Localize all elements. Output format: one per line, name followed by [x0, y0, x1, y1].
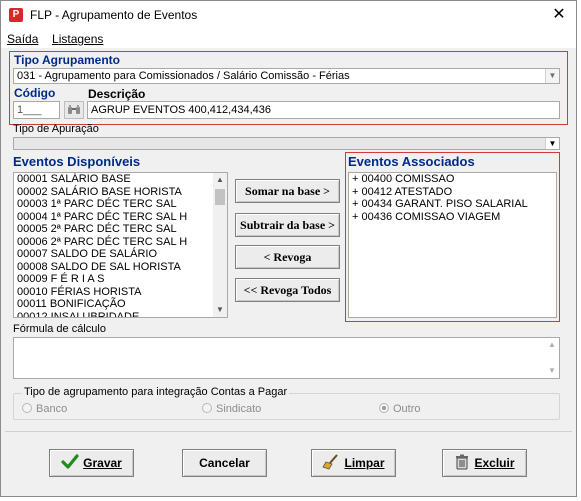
list-item[interactable]: + 00436 COMISSAO VIAGEM — [349, 211, 556, 224]
form-content: Tipo Agrupamento 031 - Agrupamento para … — [1, 48, 576, 496]
radio-banco[interactable]: Banco — [22, 403, 67, 415]
eventos-associados-label: Eventos Associados — [348, 154, 475, 169]
eventos-disponiveis-rows: 00001 SALÁRIO BASE 00002 SALÁRIO BASE HOR… — [14, 173, 227, 318]
radio-outro-circle[interactable] — [379, 403, 389, 413]
tipo-agrupamento-value: 031 - Agrupamento para Comissionados / S… — [17, 70, 350, 82]
gravar-button[interactable]: Gravar — [49, 449, 134, 477]
menu-saida-label: aída — [15, 32, 39, 46]
descricao-label: Descrição — [88, 87, 146, 101]
formula-scroll-up-icon[interactable]: ▲ — [545, 338, 559, 352]
list-item[interactable]: + 00412 ATESTADO — [349, 186, 556, 199]
formula-scroll-down-icon[interactable]: ▼ — [545, 364, 559, 378]
list-item[interactable]: 00010 FÉRIAS HORISTA — [14, 286, 227, 299]
eventos-associados-rows: + 00400 COMISSAO + 00412 ATESTADO + 00434 … — [349, 173, 556, 223]
formula-field[interactable]: ▲ ▼ — [13, 337, 560, 379]
list-item[interactable]: + 00400 COMISSAO — [349, 173, 556, 186]
tipo-apuracao-select[interactable]: ▼ — [13, 137, 560, 150]
menu-bar: Saída Listagens — [1, 30, 576, 48]
app-icon: P — [9, 8, 23, 22]
list-item[interactable]: 00009 F É R I A S — [14, 273, 227, 286]
binoculars-icon[interactable] — [66, 103, 82, 117]
list-item[interactable]: + 00434 GARANT. PISO SALARIAL — [349, 198, 556, 211]
tipo-agrupamento-select[interactable]: 031 - Agrupamento para Comissionados / S… — [13, 68, 560, 84]
menu-listagens-accel: L — [52, 32, 59, 46]
list-item[interactable]: 00003 1ª PARC DÉC TERC SAL — [14, 198, 227, 211]
radio-sindicato-circle[interactable] — [202, 403, 212, 413]
list-item[interactable]: 00006 2ª PARC DÉC TERC SAL H — [14, 236, 227, 249]
formula-scrollbar[interactable]: ▲ ▼ — [545, 338, 559, 378]
codigo-label: Código — [14, 86, 56, 100]
window-title: FLP - Agrupamento de Eventos — [30, 8, 198, 22]
codigo-field[interactable]: 1___ — [13, 101, 60, 119]
list-item[interactable]: 00008 SALDO DE SAL HORISTA — [14, 261, 227, 274]
list-item[interactable]: 00011 BONIFICAÇÃO — [14, 298, 227, 311]
integracao-title: Tipo de agrupamento para integração Cont… — [22, 386, 290, 398]
descricao-field[interactable]: AGRUP EVENTOS 400,412,434,436 — [87, 101, 560, 119]
search-button[interactable] — [64, 101, 84, 119]
radio-sindicato[interactable]: Sindicato — [202, 403, 261, 415]
bottom-separator — [5, 431, 572, 432]
title-bar: P FLP - Agrupamento de Eventos ✕ — [1, 1, 576, 29]
menu-saida[interactable]: Saída — [7, 32, 38, 46]
radio-outro[interactable]: Outro — [379, 403, 421, 415]
close-button[interactable]: ✕ — [548, 5, 570, 25]
tipo-agrupamento-label: Tipo Agrupamento — [14, 53, 120, 67]
app-window: P FLP - Agrupamento de Eventos ✕ Saída L… — [0, 0, 577, 497]
formula-label: Fórmula de cálculo — [13, 323, 106, 335]
radio-banco-label: Banco — [36, 403, 68, 415]
radio-sindicato-label: Sindicato — [216, 403, 262, 415]
menu-saida-accel: S — [7, 32, 16, 46]
list-item[interactable]: 00012 INSALUBRIDADE — [14, 311, 227, 318]
list-item[interactable]: 00007 SALDO DE SALÁRIO — [14, 248, 227, 261]
revoga-todos-button[interactable]: << Revoga Todos — [235, 278, 340, 302]
list-item[interactable]: 00005 2ª PARC DÉC TERC SAL — [14, 223, 227, 236]
eventos-disponiveis-scrollbar[interactable]: ▲ ▼ — [213, 173, 227, 317]
cancelar-label: Cancelar — [199, 456, 250, 470]
scroll-down-icon[interactable]: ▼ — [213, 303, 227, 317]
list-item[interactable]: 00001 SALÁRIO BASE — [14, 173, 227, 186]
radio-outro-label: Outro — [393, 403, 421, 415]
excluir-button[interactable]: Excluir — [442, 449, 527, 477]
close-icon[interactable]: ✕ — [552, 6, 565, 23]
tipo-apuracao-chevron-down-icon[interactable]: ▼ — [545, 138, 559, 149]
tipo-apuracao-label: Tipo de Apuração — [13, 123, 99, 135]
list-item[interactable]: 00002 SALÁRIO BASE HORISTA — [14, 186, 227, 199]
radio-banco-circle[interactable] — [22, 403, 32, 413]
broom-icon — [322, 454, 339, 470]
cancelar-button[interactable]: Cancelar — [182, 449, 267, 477]
excluir-label: Excluir — [474, 456, 515, 470]
subtrair-da-base-button[interactable]: Subtrair da base > — [235, 213, 340, 237]
trash-icon — [456, 454, 469, 470]
chevron-down-icon[interactable]: ▼ — [545, 69, 559, 83]
revoga-button[interactable]: < Revoga — [235, 245, 340, 269]
eventos-disponiveis-label: Eventos Disponíveis — [13, 154, 141, 169]
list-item[interactable]: 00004 1ª PARC DÉC TERC SAL H — [14, 211, 227, 224]
menu-listagens-label: istagens — [58, 32, 104, 46]
check-icon — [61, 454, 79, 469]
limpar-label: Limpar — [344, 456, 385, 470]
scroll-thumb[interactable] — [215, 189, 225, 205]
eventos-associados-list[interactable]: + 00400 COMISSAO + 00412 ATESTADO + 00434 … — [348, 172, 557, 318]
gravar-label: Gravar — [83, 456, 122, 470]
menu-listagens[interactable]: Listagens — [52, 32, 103, 46]
limpar-button[interactable]: Limpar — [311, 449, 396, 477]
somar-na-base-button[interactable]: Somar na base > — [235, 179, 340, 203]
scroll-up-icon[interactable]: ▲ — [213, 173, 227, 187]
eventos-disponiveis-list[interactable]: 00001 SALÁRIO BASE 00002 SALÁRIO BASE HOR… — [13, 172, 228, 318]
